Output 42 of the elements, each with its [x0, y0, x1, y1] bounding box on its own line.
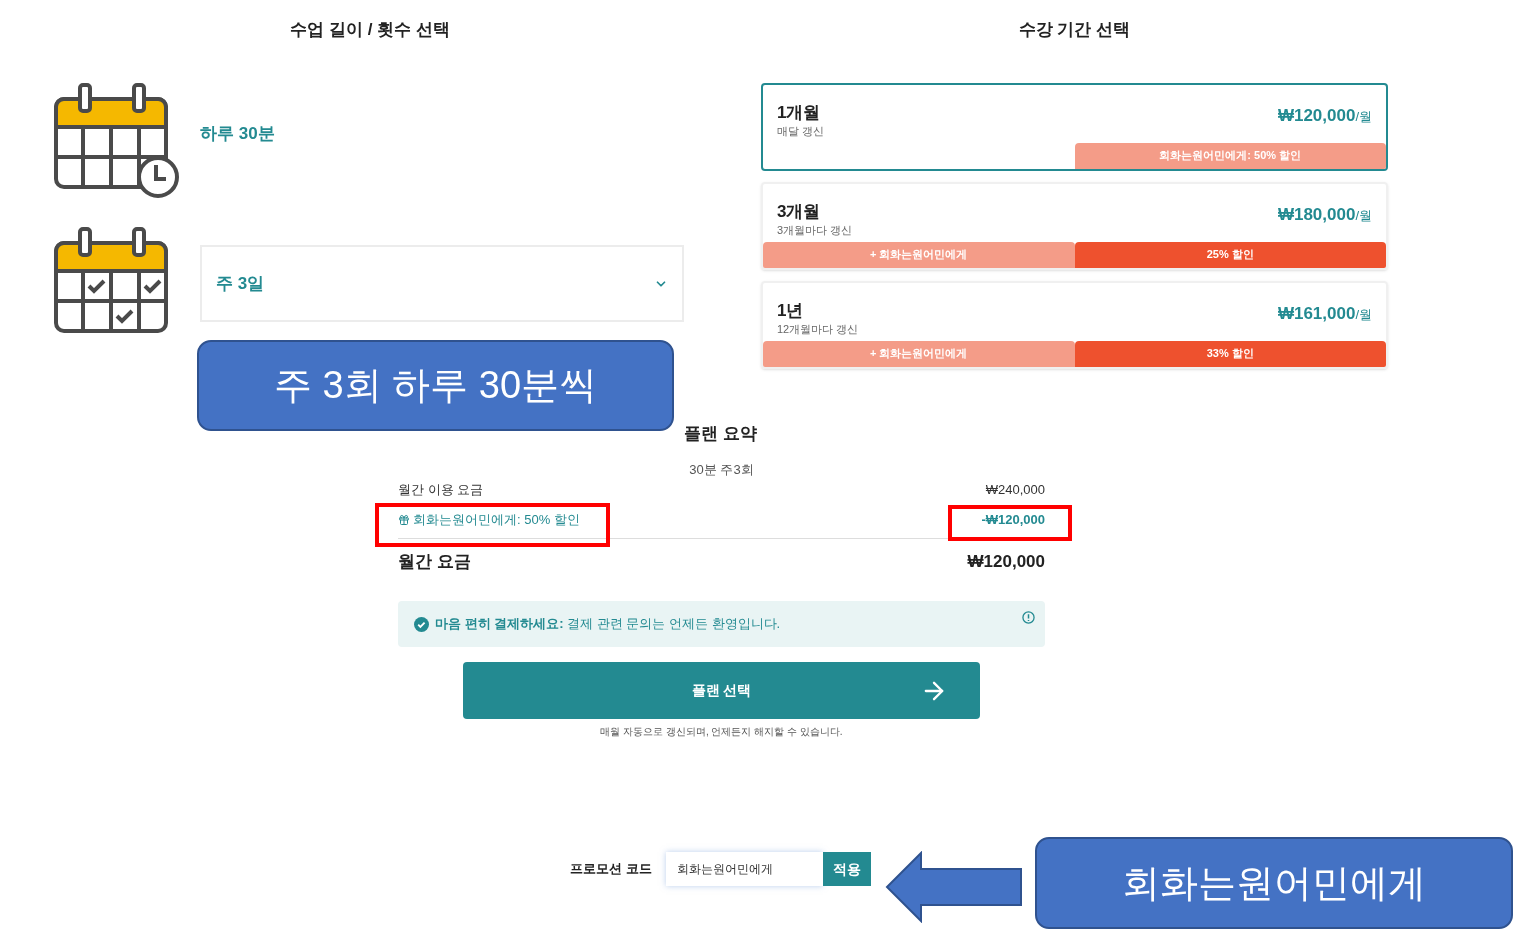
- select-plan-button[interactable]: 플랜 선택: [463, 662, 980, 719]
- callout-label: 회화는원어민에게: [1035, 837, 1513, 929]
- apply-button[interactable]: 적용: [822, 852, 871, 886]
- promo-label: 프로모션 코드: [570, 860, 652, 879]
- fee-value: -₩120,000: [981, 510, 1045, 529]
- summary-title: 플랜 요약: [683, 422, 758, 445]
- calendar-clock-icon: [54, 80, 180, 199]
- plan-price: ₩180,000/월: [1277, 203, 1372, 226]
- section-title: 수강 기간 선택: [1017, 19, 1132, 41]
- renewal-text: 매달 갱신: [777, 123, 825, 139]
- plan-price: ₩120,000/월: [1277, 104, 1372, 127]
- section-title: 수업 길이 / 횟수 선택: [289, 19, 451, 41]
- plan-card[interactable]: 3개월 3개월마다 갱신 ₩180,000/월 + 회화는원어민에게 25% 할인: [761, 181, 1388, 270]
- callout-label: 주 3회 하루 30분씩: [197, 340, 674, 431]
- plan-card[interactable]: 1년 12개월마다 갱신 ₩161,000/월 + 회화는원어민에게 33% 할인: [761, 280, 1388, 369]
- promo-code-field[interactable]: 회화는원어민에게: [665, 852, 823, 886]
- renewal-text: 12개월마다 갱신: [777, 321, 859, 337]
- plan-name: 1년: [777, 300, 805, 321]
- plan-price: ₩161,000/월: [1277, 302, 1372, 325]
- total-value: ₩120,000: [967, 550, 1045, 573]
- total-label: 월간 요금: [398, 550, 471, 573]
- plan-card[interactable]: 1개월 매달 갱신 ₩120,000/월 회화는원어민에게: 50% 할인: [761, 82, 1388, 171]
- check-circle-icon: [414, 616, 429, 632]
- promo-badge: + 회화는원어민에게: [763, 340, 1075, 367]
- summary-subtitle: 30분 주3회: [688, 461, 755, 479]
- discount-badge: 25% 할인: [1074, 241, 1386, 268]
- renewal-text: 3개월마다 갱신: [777, 222, 853, 238]
- fee-label: 회화는원어민에게: 50% 할인: [413, 510, 580, 529]
- frequency-select[interactable]: 주 3일: [200, 245, 684, 322]
- plan-name: 1개월: [777, 102, 822, 123]
- gift-icon: [398, 513, 410, 526]
- duration-label: 하루 30분: [200, 122, 275, 145]
- notice-text: 마음 편히 결제하세요: 결제 관련 문의는 언제든 환영입니다.: [435, 615, 781, 634]
- renewal-note: 매월 자동으로 갱신되며, 언제든지 해지할 수 있습니다.: [599, 725, 844, 739]
- discount-badge: 33% 할인: [1074, 340, 1386, 367]
- info-icon: [1022, 611, 1035, 624]
- arrow-left-icon: [885, 851, 1024, 923]
- plan-name: 3개월: [777, 201, 822, 222]
- fee-value: ₩240,000: [985, 480, 1045, 499]
- fee-label: 월간 이용 요금: [398, 480, 484, 499]
- promo-badge: + 회화는원어민에게: [763, 241, 1075, 268]
- promo-badge: 회화는원어민에게: 50% 할인: [1074, 142, 1386, 169]
